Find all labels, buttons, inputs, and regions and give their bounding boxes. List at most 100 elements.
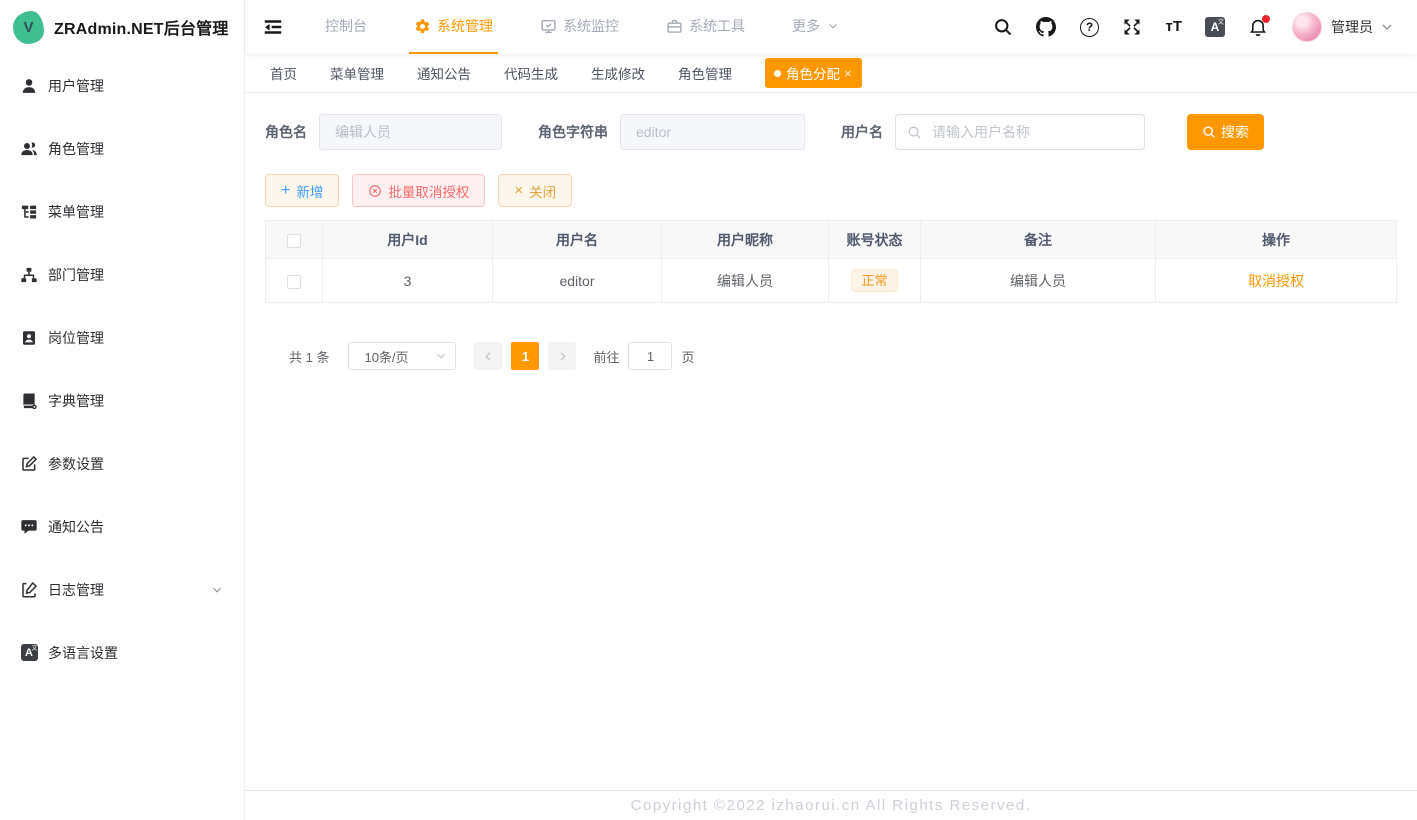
user-name-input[interactable] xyxy=(932,124,1134,140)
nav-item-label: 控制台 xyxy=(325,16,367,36)
close-button-label: 关闭 xyxy=(529,181,556,201)
prev-page-button[interactable] xyxy=(474,342,502,370)
org-chart-icon xyxy=(20,266,38,284)
pagination: 共 1 条 10条/页 1 前往 页 xyxy=(289,342,1397,370)
main-area: 控制台 系统管理 系统监控 系统工具 更多 xyxy=(245,0,1417,820)
sidebar-item-menu-mgmt[interactable]: 菜单管理 xyxy=(0,180,244,243)
sidebar-item-label: 岗位管理 xyxy=(48,328,104,348)
tab-notice[interactable]: 通知公告 xyxy=(417,63,471,83)
next-page-button[interactable] xyxy=(548,342,576,370)
header-select-all xyxy=(266,221,323,259)
font-size-icon[interactable]: тT xyxy=(1165,17,1182,37)
app-root: V ZRAdmin.NET后台管理 用户管理 角色管理 菜单管理 部门管理 xyxy=(0,0,1417,820)
sidebar-item-role-mgmt[interactable]: 角色管理 xyxy=(0,117,244,180)
close-icon: × xyxy=(514,183,523,198)
sidebar-collapse-icon[interactable] xyxy=(262,16,284,38)
role-key-input[interactable] xyxy=(620,114,805,150)
sidebar-item-label: 多语言设置 xyxy=(48,643,118,663)
nav-item-system-tools[interactable]: 系统工具 xyxy=(661,0,750,54)
nav-item-dashboard[interactable]: 控制台 xyxy=(320,0,372,54)
filter-form: 角色名 角色字符串 用户名 搜索 xyxy=(265,114,1397,150)
cell-status: 正常 xyxy=(829,259,921,303)
user-icon xyxy=(20,77,38,95)
chevron-down-icon xyxy=(826,19,840,33)
logo-letter: V xyxy=(23,19,33,36)
translate-badge-icon: A文 xyxy=(20,644,38,662)
sidebar-item-notice[interactable]: 通知公告 xyxy=(0,495,244,558)
toolbar: + 新增 批量取消授权 × 关闭 xyxy=(265,174,1397,207)
cell-remark: 编辑人员 xyxy=(921,259,1156,303)
toolbox-icon xyxy=(666,18,683,35)
user-name[interactable]: 管理员 xyxy=(1331,17,1373,37)
select-all-checkbox[interactable] xyxy=(287,234,301,248)
search-button[interactable]: 搜索 xyxy=(1187,114,1264,150)
batch-cancel-auth-button[interactable]: 批量取消授权 xyxy=(352,174,485,207)
tags-view-bar: 首页 菜单管理 通知公告 代码生成 生成修改 角色管理 角色分配 × xyxy=(245,54,1417,93)
batch-cancel-auth-label: 批量取消授权 xyxy=(388,181,469,201)
chevron-down-icon xyxy=(434,349,448,363)
add-button-label: 新增 xyxy=(296,181,323,201)
circle-close-icon xyxy=(368,184,382,198)
github-icon[interactable] xyxy=(1036,17,1056,37)
header-user-name: 用户名 xyxy=(493,221,662,259)
sidebar-item-label: 角色管理 xyxy=(48,139,104,159)
fullscreen-icon[interactable] xyxy=(1122,17,1142,37)
close-icon[interactable]: × xyxy=(844,67,852,80)
nav-item-system-monitor[interactable]: 系统监控 xyxy=(535,0,624,54)
sidebar-item-dict-mgmt[interactable]: 字典管理 xyxy=(0,369,244,432)
dictionary-icon xyxy=(20,392,38,410)
table-header-row: 用户Id 用户名 用户昵称 账号状态 备注 操作 xyxy=(266,221,1397,259)
tab-gen-edit[interactable]: 生成修改 xyxy=(591,63,645,83)
notification-bell-icon[interactable] xyxy=(1248,17,1268,37)
tab-menu-mgmt[interactable]: 菜单管理 xyxy=(330,63,384,83)
sidebar-item-dept-mgmt[interactable]: 部门管理 xyxy=(0,243,244,306)
search-icon xyxy=(907,125,922,140)
pagination-total: 共 1 条 xyxy=(289,347,329,366)
cell-user-id: 3 xyxy=(323,259,493,303)
sidebar-item-user-mgmt[interactable]: 用户管理 xyxy=(0,54,244,117)
tab-code-gen[interactable]: 代码生成 xyxy=(504,63,558,83)
sidebar-item-label: 字典管理 xyxy=(48,391,104,411)
cancel-auth-link[interactable]: 取消授权 xyxy=(1248,273,1304,289)
logo-row[interactable]: V ZRAdmin.NET后台管理 xyxy=(0,0,244,54)
header-user-id: 用户Id xyxy=(323,221,493,259)
goto-page-input[interactable] xyxy=(628,342,672,370)
user-avatar[interactable] xyxy=(1292,12,1322,42)
close-button[interactable]: × 关闭 xyxy=(498,174,572,207)
sidebar-item-log-mgmt[interactable]: 日志管理 xyxy=(0,558,244,621)
language-icon[interactable]: A文 xyxy=(1205,17,1225,37)
search-icon[interactable] xyxy=(993,17,1013,37)
sidebar-item-i18n[interactable]: A文 多语言设置 xyxy=(0,621,244,684)
role-name-input[interactable] xyxy=(319,114,502,150)
role-key-label: 角色字符串 xyxy=(538,122,608,142)
help-icon[interactable]: ? xyxy=(1079,17,1099,37)
page-size-select[interactable]: 10条/页 xyxy=(348,342,456,370)
cell-user-name: editor xyxy=(493,259,662,303)
sidebar-item-param-settings[interactable]: 参数设置 xyxy=(0,432,244,495)
current-page-button[interactable]: 1 xyxy=(511,342,539,370)
add-button[interactable]: + 新增 xyxy=(265,174,339,207)
user-name-label: 用户名 xyxy=(841,122,883,142)
user-table: 用户Id 用户名 用户昵称 账号状态 备注 操作 3 editor 编辑人员 xyxy=(265,220,1397,303)
tab-role-assign-active[interactable]: 角色分配 × xyxy=(765,58,862,88)
sidebar-menu: 用户管理 角色管理 菜单管理 部门管理 岗位管理 字典管理 xyxy=(0,54,244,684)
row-checkbox[interactable] xyxy=(287,275,301,289)
app-title: ZRAdmin.NET后台管理 xyxy=(54,15,229,39)
sidebar-item-label: 通知公告 xyxy=(48,517,104,537)
goto-label: 前往 xyxy=(593,347,619,366)
search-icon xyxy=(1202,125,1216,139)
tab-role-mgmt[interactable]: 角色管理 xyxy=(678,63,732,83)
nav-item-label: 系统工具 xyxy=(689,16,745,36)
active-dot xyxy=(774,70,781,77)
nav-item-label: 更多 xyxy=(792,16,820,36)
nav-item-more[interactable]: 更多 xyxy=(787,0,845,54)
chevron-down-icon[interactable] xyxy=(1379,19,1395,35)
status-badge: 正常 xyxy=(851,269,897,292)
navbar-actions: ? тT A文 管理员 xyxy=(970,12,1395,42)
copyright-text: Copyright ©2022 izhaorui.cn All Rights R… xyxy=(631,797,1032,814)
sidebar-item-post-mgmt[interactable]: 岗位管理 xyxy=(0,306,244,369)
tab-label: 角色分配 xyxy=(786,63,840,83)
nav-item-system-mgmt[interactable]: 系统管理 xyxy=(409,0,498,54)
app-logo: V xyxy=(13,11,44,44)
tab-home[interactable]: 首页 xyxy=(270,63,297,83)
